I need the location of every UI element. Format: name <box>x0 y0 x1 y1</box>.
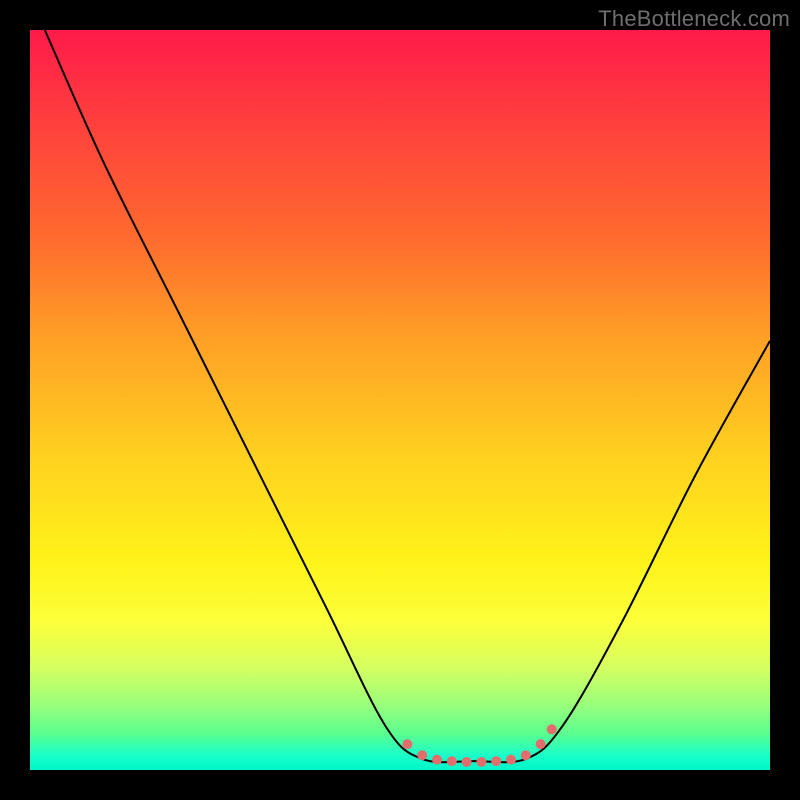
valley-marker <box>547 724 557 734</box>
plot-area <box>30 30 770 770</box>
valley-marker <box>402 739 412 749</box>
valley-marker <box>521 750 531 760</box>
bottleneck-curve <box>45 30 770 762</box>
chart-frame: TheBottleneck.com <box>0 0 800 800</box>
watermark-text: TheBottleneck.com <box>598 6 790 32</box>
valley-marker <box>536 739 546 749</box>
chart-svg <box>30 30 770 770</box>
valley-marker <box>491 756 501 766</box>
valley-marker <box>476 757 486 767</box>
valley-marker <box>447 756 457 766</box>
valley-marker <box>417 750 427 760</box>
valley-marker <box>462 757 472 767</box>
valley-marker <box>432 755 442 765</box>
valley-marker <box>506 755 516 765</box>
